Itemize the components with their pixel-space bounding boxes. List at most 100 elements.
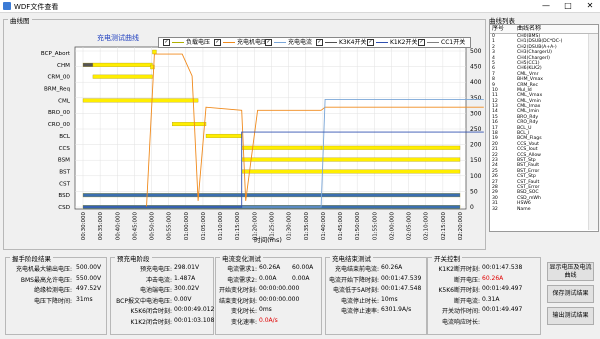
x-tick-label: 01:55:000 <box>372 212 378 241</box>
legend-checkbox[interactable]: ✓ <box>367 39 374 46</box>
legend-checkbox[interactable]: ✓ <box>265 39 272 46</box>
x-tick-label: 02:20:000 <box>458 212 464 241</box>
save-results-button[interactable]: 保存测试结果 <box>547 285 594 303</box>
field-label: 变化速率: <box>230 318 257 326</box>
field-label: 电流低于5A时刻: <box>333 287 379 294</box>
y-right-tick: 450 <box>470 64 482 71</box>
field-value: 497.52V <box>76 285 102 292</box>
field-value: 550.00V <box>76 274 102 282</box>
legend-label: K3K4开关 <box>339 39 367 46</box>
handshake-title: 握手阶段结果 <box>10 253 53 263</box>
plot-area <box>74 46 467 210</box>
y-left-label: CML <box>58 98 71 104</box>
legend-checkbox[interactable]: ✓ <box>418 39 425 46</box>
legend-checkbox[interactable]: ✓ <box>316 39 323 46</box>
legend-item[interactable]: ✓ 充电电流 <box>265 38 312 47</box>
col-no-header: 序号 <box>492 25 505 32</box>
y-right-tick: 50 <box>470 188 478 195</box>
field-label: 电流停止时长: <box>340 297 379 305</box>
window-title: WDF文件查看 <box>14 3 59 11</box>
field-value: 00:01:03.108 <box>174 316 215 324</box>
legend-checkbox[interactable]: ✓ <box>163 39 170 46</box>
app-icon <box>3 2 11 10</box>
signal-band <box>241 145 322 150</box>
title-bar: WDF文件查看 — □ ✕ <box>0 0 600 13</box>
current-change-title: 电流变化测试 <box>220 253 263 263</box>
list-item[interactable]: 32 Name <box>490 207 598 212</box>
x-tick-label: 01:30:000 <box>287 212 293 241</box>
field-label: K5K6闭合时刻: <box>130 308 172 315</box>
y-left-label: CSD <box>58 205 70 211</box>
field-value: 0.31A <box>482 295 500 303</box>
y-left-label: CRM_00 <box>47 75 70 81</box>
x-tick-label: 01:45:000 <box>338 212 344 241</box>
legend-item[interactable]: ✓ 负载电压 <box>163 38 210 47</box>
y-right-tick: 100 <box>470 173 482 180</box>
chart-legend: ✓ 负载电压 ✓ 充电机电压 ✓ 充电电流 ✓ K3K4开关 ✓ K1K2开关 ✓ CC1开关 <box>158 37 471 48</box>
signal-band <box>92 62 153 67</box>
x-tick-label: 01:00:000 <box>184 212 190 241</box>
y-left-label: BSD <box>58 193 70 199</box>
signal-band <box>241 157 461 162</box>
signal-band <box>82 193 461 198</box>
list-scrollbar[interactable] <box>588 34 598 230</box>
x-tick-label: 00:35:000 <box>98 212 104 241</box>
end-test-title: 充电结束测试 <box>330 253 373 263</box>
maximize-button[interactable]: □ <box>558 0 578 12</box>
field-label: K5K6断开时刻: <box>438 287 480 294</box>
legend-item[interactable]: ✓ CC1开关 <box>418 38 465 47</box>
y-left-label: BST <box>59 169 70 175</box>
field-label: 结束变化时刻: <box>218 297 257 305</box>
legend-label: 充电电流 <box>288 39 313 46</box>
legend-item[interactable]: ✓ K3K4开关 <box>316 38 367 47</box>
field-value: 0.00V <box>174 295 192 303</box>
signal-band <box>82 62 94 67</box>
chart-title: 充电测试曲线 <box>97 33 139 42</box>
legend-item[interactable]: ✓ 充电机电压 <box>214 38 267 47</box>
curve-list-header: 序号 曲线名称 <box>490 25 598 34</box>
signal-band <box>205 133 242 138</box>
legend-swatch <box>172 42 184 43</box>
signal-band <box>172 122 207 127</box>
x-tick-label: 00:50:000 <box>150 212 156 241</box>
x-tick-label: 00:55:000 <box>167 212 173 241</box>
legend-item[interactable]: ✓ K1K2开关 <box>367 38 418 47</box>
x-tick-label: 01:35:000 <box>304 212 310 241</box>
field-label: 充电结束前电流: <box>334 266 379 273</box>
legend-label: 负载电压 <box>186 39 211 46</box>
close-button[interactable]: ✕ <box>580 0 600 12</box>
field-value: 00:00:49.012 <box>174 306 215 313</box>
signal-band <box>82 98 199 103</box>
signal-band <box>320 145 461 150</box>
y-right-tick: 200 <box>470 142 482 149</box>
field-value: 00:01:49.497 <box>482 306 523 313</box>
legend-label: K1K2开关 <box>390 39 418 46</box>
field-value: 0ms <box>259 306 272 313</box>
legend-checkbox[interactable]: ✓ <box>214 39 221 46</box>
field-value: 500.00V <box>76 264 102 271</box>
field-value: 298.01V <box>174 264 200 271</box>
minimize-button[interactable]: — <box>536 0 556 12</box>
field-label: 预充电电压: <box>139 266 172 273</box>
field-value: 0.0A/s <box>259 316 278 324</box>
field-value: 300.02V <box>174 285 200 292</box>
field-value: 00:01:47.538 <box>482 264 523 271</box>
show-curves-button[interactable]: 显示电压及电流曲线 <box>547 262 594 281</box>
field-label: 断开电压: <box>453 276 480 284</box>
signal-band <box>241 169 461 174</box>
curve-list[interactable]: 序号 曲线名称 0 CH0(BMS) 1 CH1(DSUB(DC*DC-) 2 CH2(D… <box>489 24 599 232</box>
y-right-tick: 300 <box>470 110 482 117</box>
field-value: 31ms <box>76 295 93 303</box>
field-value-2: 0.00A <box>292 274 310 282</box>
field-label: 电流开始下降时刻: <box>328 276 379 284</box>
legend-swatch <box>376 42 388 43</box>
y-right-tick: 150 <box>470 157 482 164</box>
legend-label: CC1开关 <box>441 39 466 46</box>
x-tick-label: 00:30:000 <box>81 212 87 241</box>
field-value-2: 60.00A <box>292 264 314 271</box>
export-results-button[interactable]: 输出测试结果 <box>547 307 594 325</box>
field-label: 充电机最大输出电压: <box>15 266 72 273</box>
field-value: 0.00A <box>259 274 277 282</box>
field-label: 电流需求1: <box>227 266 257 273</box>
field-label: 电流需求2: <box>227 276 257 284</box>
